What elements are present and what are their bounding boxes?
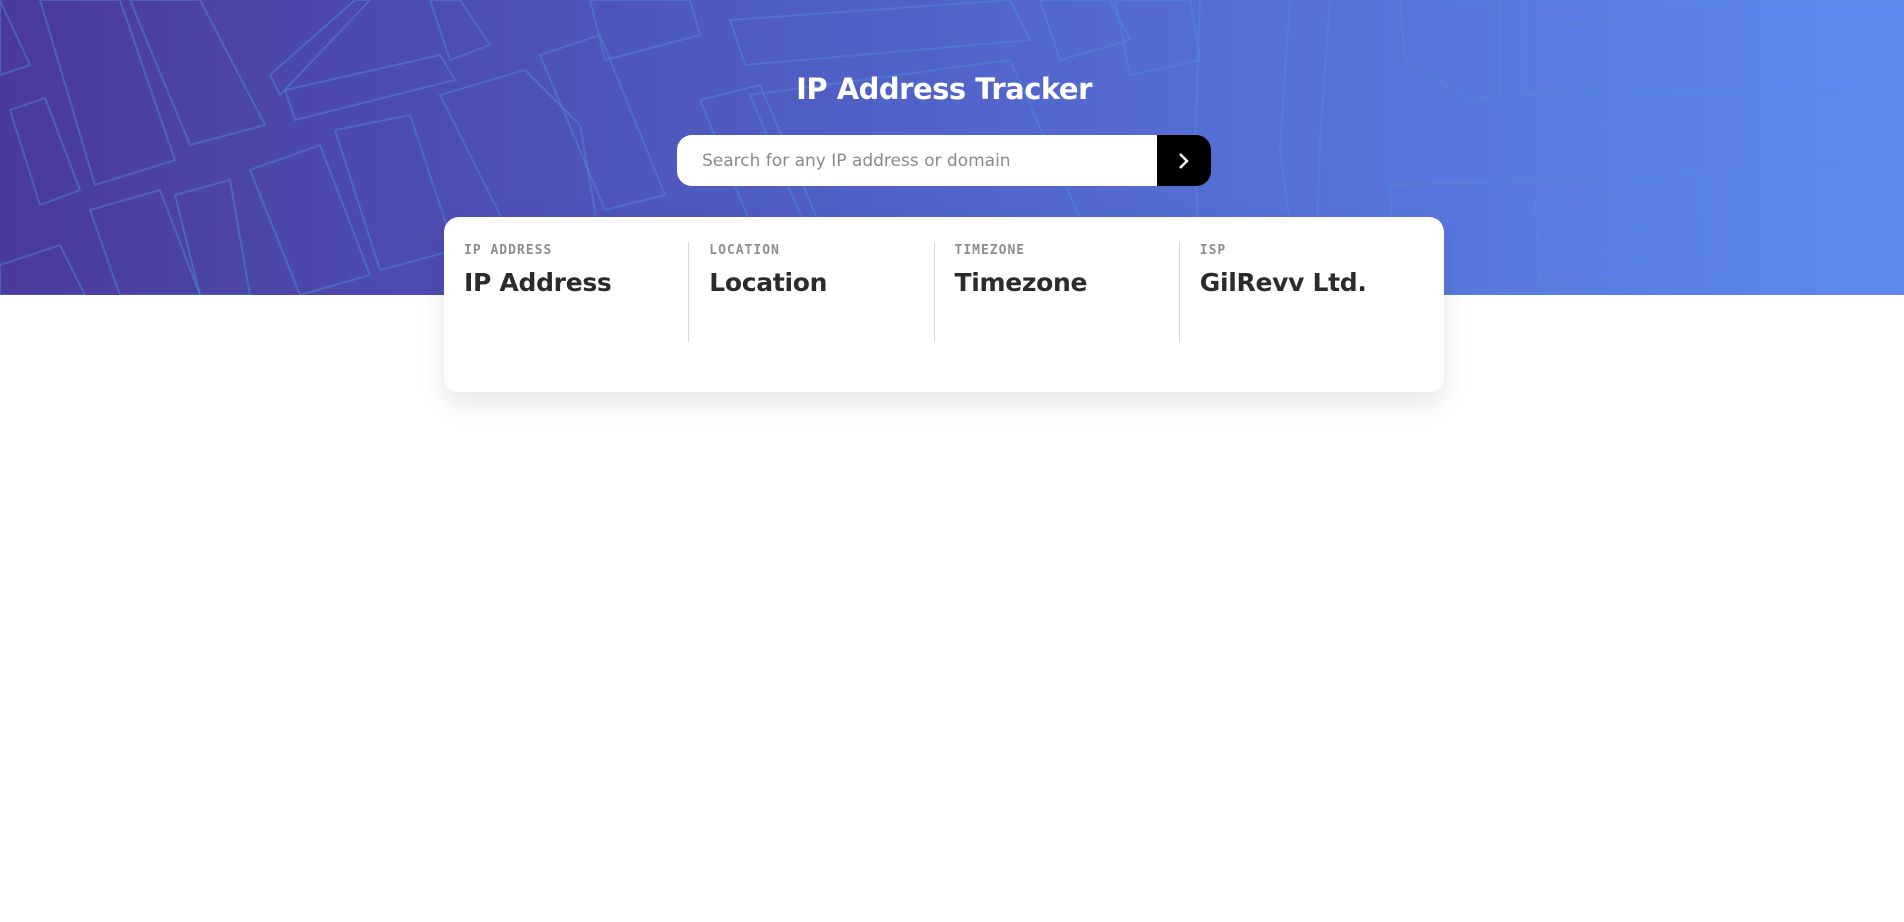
stat-value: IP Address <box>464 268 612 297</box>
stat-value: Timezone <box>954 268 1088 297</box>
stat-label: LOCATION <box>709 243 780 258</box>
page-title: IP Address Tracker <box>796 72 1092 106</box>
search-form <box>677 135 1211 186</box>
stat-isp: ISP GilRevv Ltd. <box>1178 242 1424 342</box>
search-submit-button[interactable] <box>1157 135 1211 186</box>
stat-label: ISP <box>1199 243 1227 258</box>
stat-value: GilRevv Ltd. <box>1199 268 1367 297</box>
ip-info-card: IP ADDRESS IP Address LOCATION Location … <box>444 217 1444 392</box>
chevron-right-icon <box>1179 152 1189 169</box>
stat-label: TIMEZONE <box>954 243 1026 258</box>
stat-ip-address: IP ADDRESS IP Address <box>464 242 688 342</box>
stat-label: IP ADDRESS <box>464 243 553 258</box>
stat-timezone: TIMEZONE Timezone <box>933 242 1179 342</box>
stat-location: LOCATION Location <box>688 242 933 342</box>
stat-value: Location <box>709 268 828 297</box>
search-input[interactable] <box>677 135 1157 186</box>
